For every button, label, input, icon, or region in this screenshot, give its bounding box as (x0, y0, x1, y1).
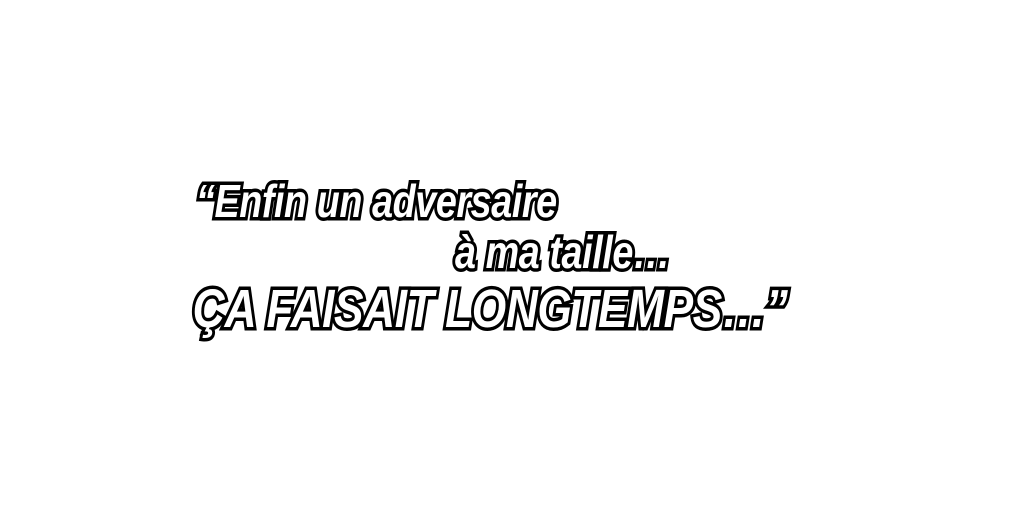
quote-line-2: à ma taille… (452, 226, 673, 279)
quote-line-1: “Enfin un adversaire (193, 175, 560, 228)
quote-canvas: “Enfin un adversaire à ma taille… ÇA FAI… (0, 0, 1024, 512)
quote-line-3: ÇA FAISAIT LONGTEMPS…” (190, 279, 791, 340)
